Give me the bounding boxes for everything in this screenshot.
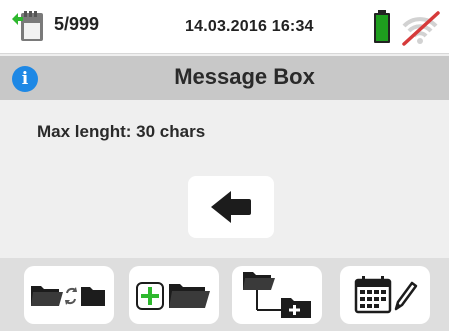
calendar-edit-button[interactable] bbox=[340, 266, 430, 324]
memory-count: 5/999 bbox=[54, 14, 100, 34]
sd-card-save-icon bbox=[12, 11, 43, 41]
add-folder-button[interactable] bbox=[129, 266, 219, 324]
page-title: Message Box bbox=[174, 64, 315, 89]
new-subfolder-button[interactable] bbox=[232, 266, 322, 324]
date-time: 14.03.2016 16:34 bbox=[185, 18, 314, 35]
calendar-edit-icon bbox=[354, 276, 418, 314]
wifi-disabled-icon bbox=[402, 11, 440, 46]
battery-full-icon bbox=[374, 10, 390, 43]
folder-swap-icon bbox=[31, 286, 105, 306]
back-button[interactable] bbox=[188, 176, 274, 238]
message-text: Max lenght: 30 chars bbox=[37, 122, 206, 141]
message-box-screen: 5/999 14.03.2016 16:34 i Message Box Max… bbox=[0, 0, 449, 331]
add-folder-icon bbox=[136, 282, 210, 310]
arrow-left-icon bbox=[211, 191, 251, 223]
new-subfolder-icon bbox=[243, 272, 311, 318]
folder-swap-button[interactable] bbox=[24, 266, 114, 324]
